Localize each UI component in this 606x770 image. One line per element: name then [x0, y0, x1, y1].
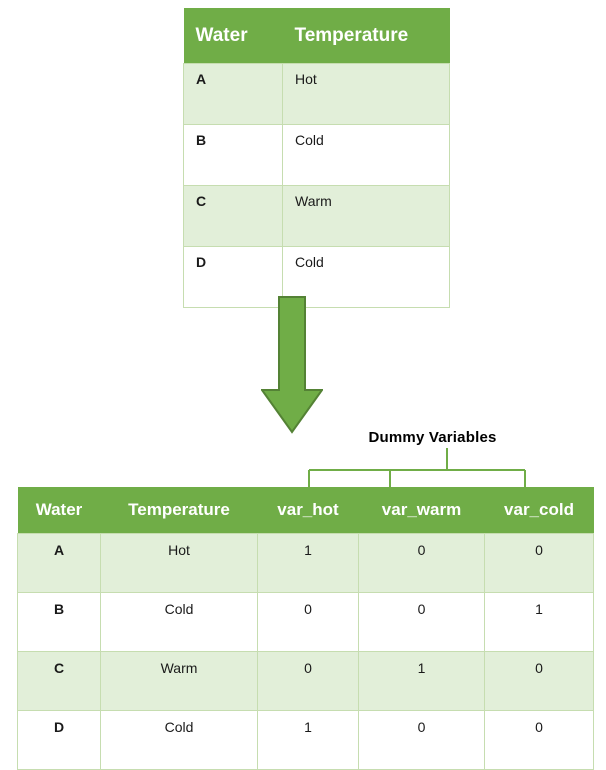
table-row: B Cold 0 0 1 [17, 592, 594, 652]
cell-water: C [183, 185, 283, 247]
down-arrow-icon [261, 296, 323, 434]
table-row: A Hot 1 0 0 [17, 533, 594, 593]
table-row: D Cold 1 0 0 [17, 710, 594, 770]
cell-temperature: Cold [100, 592, 258, 652]
source-table: Water Temperature A Hot B Cold C Warm D … [183, 8, 450, 308]
table-row: B Cold [183, 124, 450, 186]
cell-temperature: Cold [282, 124, 450, 186]
cell-var-hot: 0 [257, 651, 359, 711]
table-header-row: Water Temperature var_hot var_warm var_c… [17, 487, 594, 534]
cell-temperature: Cold [100, 710, 258, 770]
column-header-var-hot: var_hot [257, 487, 359, 534]
cell-var-warm: 0 [358, 710, 485, 770]
cell-var-cold: 0 [484, 651, 594, 711]
cell-var-warm: 0 [358, 533, 485, 593]
table-row: C Warm [183, 185, 450, 247]
cell-water: C [17, 651, 101, 711]
table-header-row: Water Temperature [183, 8, 450, 64]
cell-var-cold: 1 [484, 592, 594, 652]
column-header-water: Water [183, 8, 283, 64]
cell-temperature: Hot [282, 63, 450, 125]
column-header-temperature: Temperature [100, 487, 258, 534]
cell-var-hot: 1 [257, 533, 359, 593]
cell-temperature: Warm [100, 651, 258, 711]
source-table-body: A Hot B Cold C Warm D Cold [183, 63, 450, 308]
group-bracket-icon [307, 448, 527, 488]
encoded-table-header: Water Temperature var_hot var_warm var_c… [17, 487, 594, 534]
cell-var-hot: 0 [257, 592, 359, 652]
table-row: A Hot [183, 63, 450, 125]
cell-var-warm: 0 [358, 592, 485, 652]
source-table-header: Water Temperature [183, 8, 450, 64]
column-header-var-cold: var_cold [484, 487, 594, 534]
cell-water: A [17, 533, 101, 593]
cell-temperature: Warm [282, 185, 450, 247]
encoded-table: Water Temperature var_hot var_warm var_c… [17, 487, 594, 770]
column-header-temperature: Temperature [282, 8, 450, 64]
cell-water: A [183, 63, 283, 125]
cell-water: B [17, 592, 101, 652]
cell-var-warm: 1 [358, 651, 485, 711]
encoded-table-body: A Hot 1 0 0 B Cold 0 0 1 C Warm 0 1 0 D … [17, 533, 594, 770]
cell-var-cold: 0 [484, 710, 594, 770]
cell-temperature: Hot [100, 533, 258, 593]
cell-var-hot: 1 [257, 710, 359, 770]
down-arrow-shape [261, 296, 323, 434]
bracket-strokes [307, 448, 527, 488]
cell-water: D [17, 710, 101, 770]
column-header-var-warm: var_warm [358, 487, 485, 534]
dummy-variables-label: Dummy Variables [368, 429, 497, 446]
table-row: C Warm 0 1 0 [17, 651, 594, 711]
cell-water: B [183, 124, 283, 186]
cell-var-cold: 0 [484, 533, 594, 593]
column-header-water: Water [17, 487, 101, 534]
